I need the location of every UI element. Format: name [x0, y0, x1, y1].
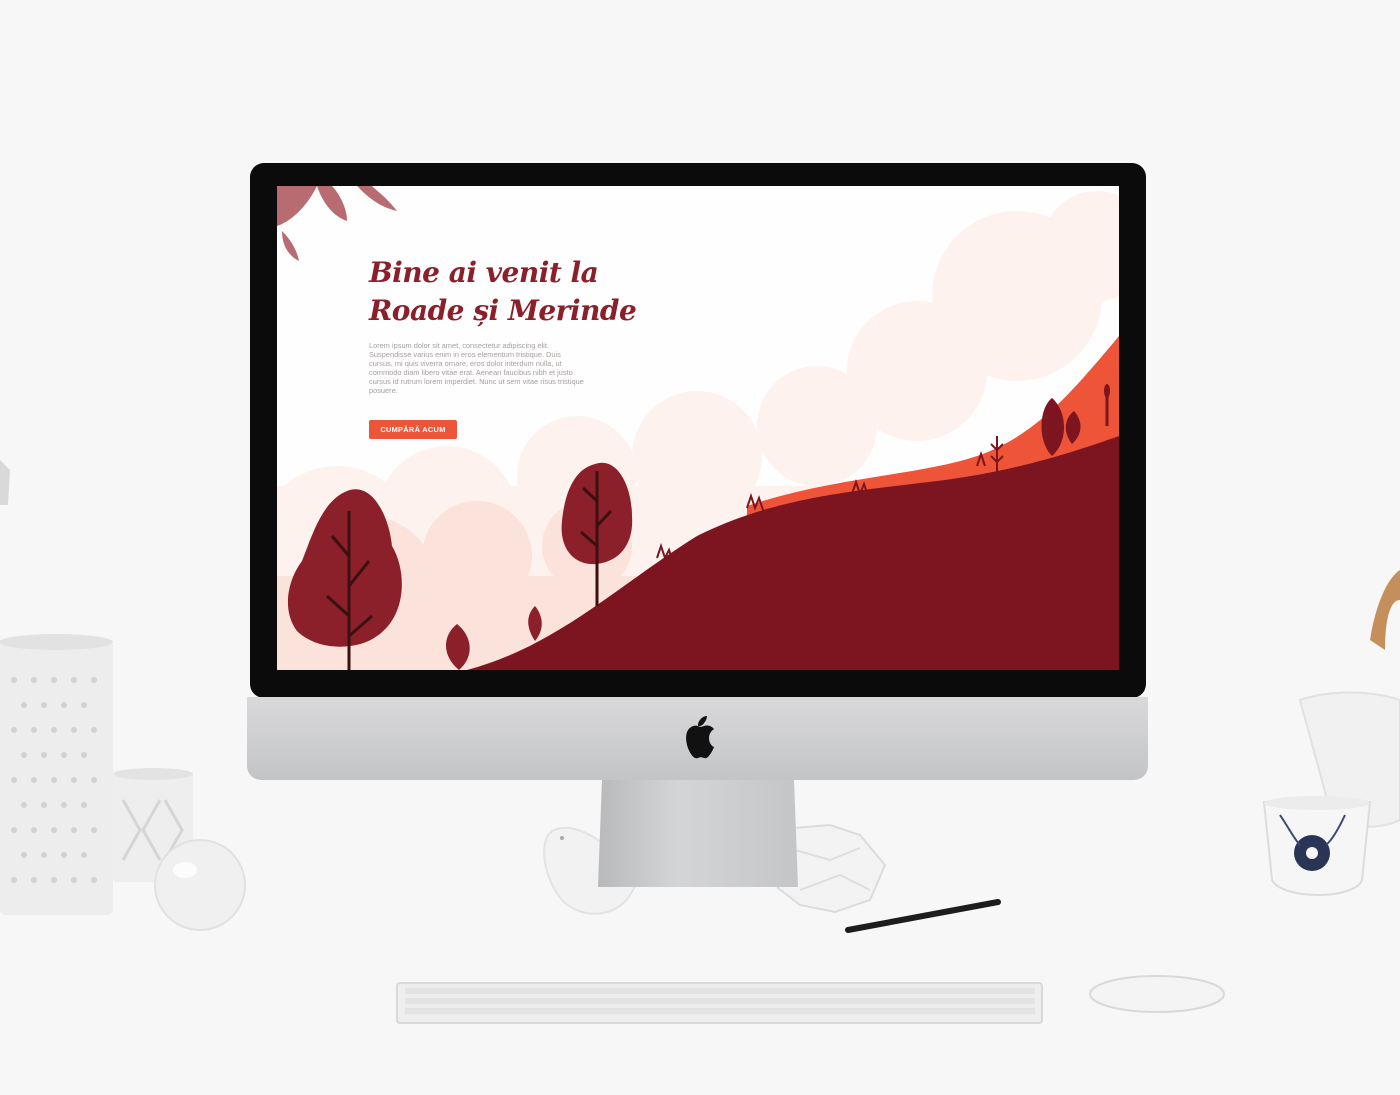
monitor-chin [247, 697, 1148, 780]
hero-title: Bine ai venit la Roade și Merinde [369, 254, 689, 330]
corner-foliage [277, 186, 397, 261]
desk-scene: Bine ai venit la Roade și Merinde Lorem … [0, 0, 1400, 1095]
mouse [1089, 975, 1225, 1013]
hero-description: Lorem ipsum dolor sit amet, consectetur … [369, 341, 584, 395]
flower-cup [1262, 796, 1372, 896]
apple-logo-icon [686, 716, 714, 759]
reed-head [1104, 384, 1110, 398]
glass-sphere [154, 839, 246, 931]
website-screen: Bine ai venit la Roade și Merinde Lorem … [277, 186, 1119, 670]
keyboard [396, 982, 1043, 1024]
hero-title-line1: Bine ai venit la [369, 256, 599, 289]
monitor-stand [598, 779, 798, 887]
lamp-shade [0, 460, 10, 505]
pencil [845, 899, 1001, 933]
perforated-vase [0, 634, 113, 915]
teapot [1298, 570, 1400, 828]
hero-title-line2: Roade și Merinde [369, 294, 637, 327]
buy-now-button[interactable]: CUMPĂRĂ ACUM [369, 420, 457, 439]
